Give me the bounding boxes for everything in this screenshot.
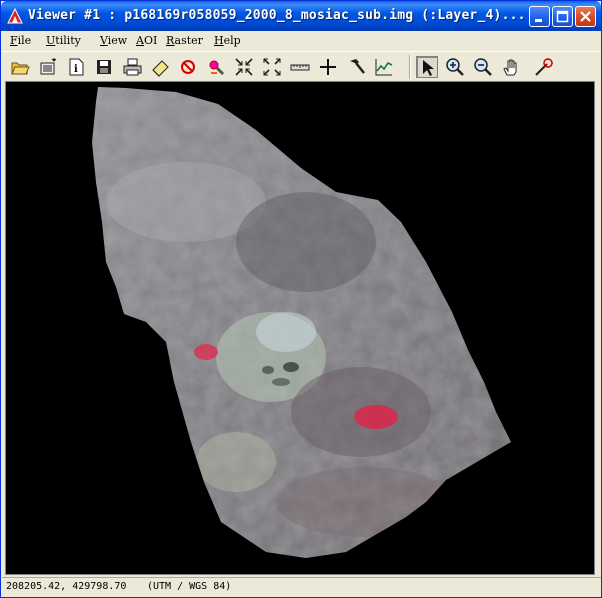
menu-aoi[interactable]: AOI [136, 34, 157, 47]
menu-raster[interactable]: Raster [166, 34, 203, 47]
pan-locate-icon [209, 60, 225, 76]
crosshair-icon [320, 59, 336, 75]
profile-chart-icon [375, 59, 393, 76]
open-button[interactable] [9, 56, 31, 78]
cursor-coordinates: 208205.42, 429798.70 [6, 581, 127, 592]
close-icon [580, 11, 591, 22]
hammer-button[interactable] [345, 56, 367, 78]
svg-text:i: i [74, 64, 78, 75]
save-button[interactable] [93, 56, 115, 78]
status-bar: 208205.42, 429798.70 (UTM / WGS 84) [2, 577, 601, 597]
window-title: Viewer #1 : p168169r058059_2000_8_mosiac… [28, 8, 526, 23]
new-layer-icon [40, 58, 57, 75]
zoom-out-icon [474, 58, 492, 76]
maximize-icon [556, 10, 569, 23]
zoom-in-icon [446, 58, 464, 76]
shrink-icon [235, 58, 253, 76]
zoom-in-button[interactable] [444, 56, 466, 78]
open-folder-icon [11, 62, 30, 75]
menu-file[interactable]: File [10, 34, 31, 47]
profile-button[interactable] [373, 56, 395, 78]
info-button[interactable]: i [65, 56, 87, 78]
hammer-icon [350, 59, 365, 74]
magic-wand-button[interactable] [532, 56, 554, 78]
shrink-button[interactable] [233, 56, 255, 78]
eraser-button[interactable] [149, 56, 171, 78]
select-button[interactable] [416, 56, 438, 78]
maximize-button[interactable] [552, 6, 573, 27]
save-icon [97, 60, 111, 74]
print-button[interactable] [121, 56, 143, 78]
toolbar-separator [409, 55, 411, 79]
eraser-icon [152, 60, 169, 77]
projection-label: (UTM / WGS 84) [147, 581, 232, 592]
close-button[interactable] [575, 6, 596, 27]
magic-wand-icon [535, 58, 553, 76]
zoom-out-button[interactable] [472, 56, 494, 78]
fit-icon [263, 58, 281, 76]
info-icon: i [69, 58, 84, 76]
ruler-icon [290, 64, 310, 71]
viewer-window: Viewer #1 : p168169r058059_2000_8_mosiac… [0, 0, 602, 598]
menu-view[interactable]: View [100, 34, 127, 47]
menu-bar: File Utility View AOI Raster Help [2, 31, 601, 51]
menu-utility[interactable]: Utility [46, 34, 81, 47]
minimize-icon [535, 19, 542, 22]
fit-button[interactable] [261, 56, 283, 78]
minimize-button[interactable] [529, 6, 550, 27]
print-icon [123, 58, 142, 76]
clear-icon [181, 60, 195, 74]
crosshair-button[interactable] [317, 56, 339, 78]
select-arrow-icon [423, 60, 434, 76]
image-viewer[interactable] [5, 81, 595, 575]
menu-help[interactable]: Help [214, 34, 241, 47]
title-bar[interactable]: Viewer #1 : p168169r058059_2000_8_mosiac… [1, 1, 601, 31]
pan-button[interactable] [500, 56, 522, 78]
toolbar: i [2, 51, 601, 81]
pan-hand-icon [503, 59, 517, 76]
clear-button[interactable] [177, 56, 199, 78]
satellite-image [92, 87, 511, 558]
pan-locate-button[interactable] [205, 56, 227, 78]
ruler-button[interactable] [289, 56, 311, 78]
new-layer-button[interactable] [37, 56, 59, 78]
viewer-scrollbar[interactable] [595, 81, 601, 575]
app-icon [7, 8, 23, 24]
